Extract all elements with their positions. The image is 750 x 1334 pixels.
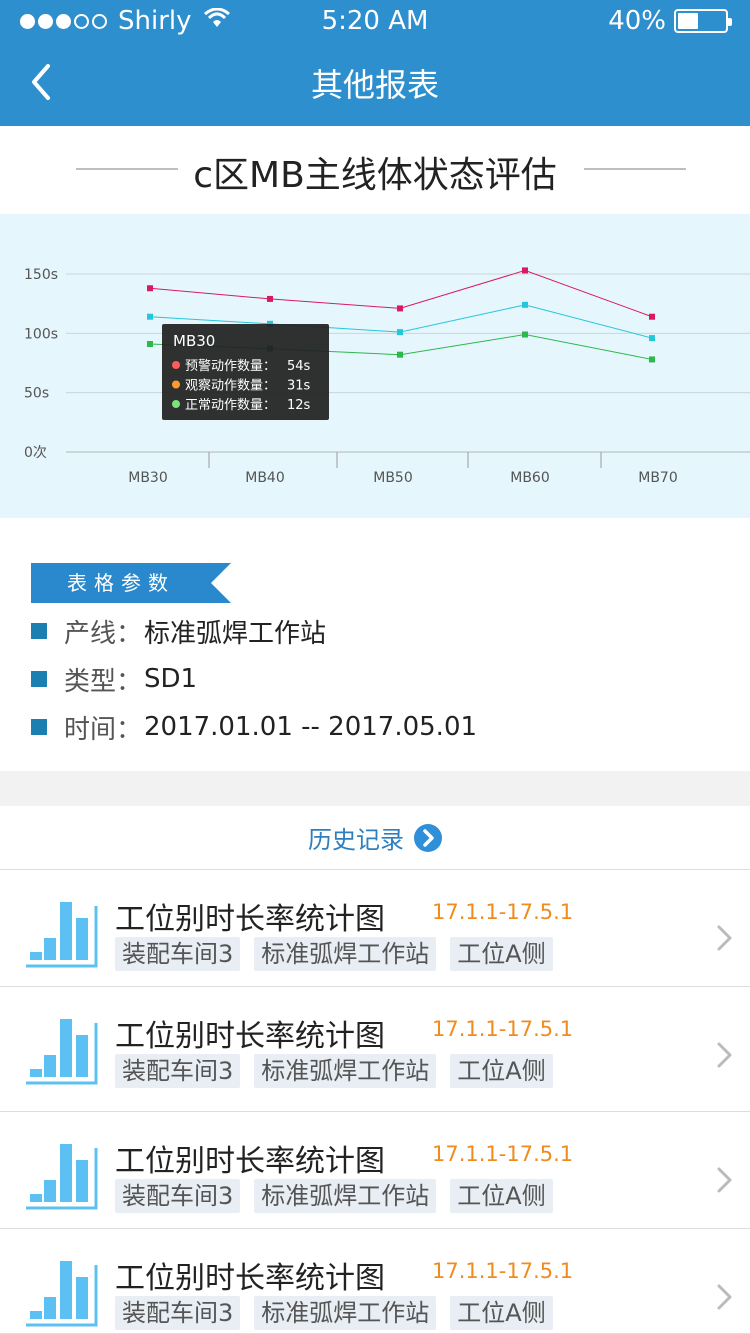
y-tick-label: 100s (24, 326, 58, 342)
tooltip-value: 12s (287, 398, 311, 413)
param-value: 2017.01.01 -- 2017.05.01 (144, 712, 478, 742)
app-header: Shirly 5:20 AM 40% 其他报表 (0, 0, 750, 126)
record-tags: 装配车间3 标准弧焊工作站 工位A侧 (115, 937, 567, 971)
param-label: 类型： (64, 666, 143, 697)
param-value: SD1 (144, 664, 198, 694)
y-tick-label: 150s (24, 267, 58, 283)
report-title-bar: c区MB主线体状态评估 (0, 126, 750, 214)
record-title: 工位别时长率统计图 (115, 1261, 385, 1296)
record-tag: 标准弧焊工作站 (254, 1296, 437, 1330)
record-tags: 装配车间3 标准弧焊工作站 工位A侧 (115, 1179, 567, 1213)
bar-chart-icon (26, 902, 98, 968)
line-chart-panel: 150s 100s 50s 0次 MB30 MB40 MB50 MB60 MB70 MB30 预警动… (0, 214, 750, 518)
record-tag: 装配车间3 (115, 1296, 241, 1330)
series-point (267, 295, 273, 302)
record-date: 17.1.1-17.5.1 (432, 1259, 574, 1283)
series-point (522, 301, 528, 308)
params-header-banner: 表格参数 (31, 563, 231, 603)
bullet-square-icon (31, 623, 47, 639)
param-label: 时间： (64, 714, 143, 745)
series-point (397, 305, 403, 312)
chevron-right-icon (717, 925, 732, 951)
report-title: c区MB主线体状态评估 (193, 155, 557, 196)
series-point (522, 331, 528, 338)
series-point (397, 329, 403, 336)
record-date: 17.1.1-17.5.1 (432, 1142, 574, 1166)
bar-chart-icon (26, 1019, 98, 1085)
record-title: 工位别时长率统计图 (115, 1019, 385, 1054)
record-item[interactable]: 工位别时长率统计图 17.1.1-17.5.1 装配车间3 标准弧焊工作站 工位A侧 (0, 870, 750, 987)
tooltip-dot (172, 380, 180, 389)
x-tick-label: MB50 (373, 470, 413, 486)
tooltip-value: 31s (287, 379, 311, 394)
record-date: 17.1.1-17.5.1 (432, 900, 574, 924)
battery-group: 40% (608, 6, 732, 36)
record-item[interactable]: 工位别时长率统计图 17.1.1-17.5.1 装配车间3 标准弧焊工作站 工位A侧 (0, 1229, 750, 1334)
param-value: 标准弧焊工作站 (144, 618, 327, 649)
bar-chart-icon (26, 1261, 98, 1327)
chevron-right-icon (717, 1167, 732, 1193)
series-point (649, 356, 655, 363)
series-point (397, 351, 403, 358)
status-bar: Shirly 5:20 AM 40% (0, 0, 750, 42)
history-link[interactable]: 历史记录 (0, 806, 750, 870)
bullet-square-icon (31, 719, 47, 735)
tooltip-value: 54s (287, 359, 311, 374)
tooltip-title: MB30 (173, 332, 215, 350)
x-tick-label: MB70 (638, 470, 678, 486)
param-row-time: 时间： 2017.01.01 -- 2017.05.01 (31, 707, 477, 747)
record-date: 17.1.1-17.5.1 (432, 1017, 574, 1041)
chevron-right-circle-icon (414, 823, 442, 852)
battery-icon (674, 9, 732, 33)
series-point (649, 335, 655, 342)
tooltip-label: 正常动作数量： (185, 398, 276, 413)
record-title: 工位别时长率统计图 (115, 1144, 385, 1179)
chevron-right-icon (717, 1284, 732, 1310)
page-title: 其他报表 (310, 66, 439, 104)
record-tags: 装配车间3 标准弧焊工作站 工位A侧 (115, 1054, 567, 1088)
record-tag: 标准弧焊工作站 (254, 1054, 437, 1088)
record-item[interactable]: 工位别时长率统计图 17.1.1-17.5.1 装配车间3 标准弧焊工作站 工位A侧 (0, 987, 750, 1112)
bullet-square-icon (31, 671, 47, 687)
record-tag: 装配车间3 (115, 1179, 241, 1213)
param-row-type: 类型： SD1 (31, 659, 197, 699)
record-tags: 装配车间3 标准弧焊工作站 工位A侧 (115, 1296, 567, 1330)
series-point (649, 313, 655, 320)
line-chart: 150s 100s 50s 0次 MB30 MB40 MB50 MB60 MB70 MB30 预警动… (24, 267, 750, 486)
params-section: 表格参数 产线： 标准弧焊工作站 类型： SD1 时间： 2017.01.01 … (0, 518, 750, 771)
series-point (147, 313, 153, 320)
series-point (147, 341, 153, 348)
x-tick-label: MB40 (245, 470, 285, 486)
param-row-line: 产线： 标准弧焊工作站 (31, 611, 326, 651)
param-label: 产线： (64, 618, 143, 649)
tooltip-dot (172, 400, 180, 408)
record-tag: 标准弧焊工作站 (254, 1179, 437, 1213)
chevron-right-icon (717, 1042, 732, 1068)
bar-chart-icon (26, 1144, 98, 1210)
record-title: 工位别时长率统计图 (115, 902, 385, 937)
record-tag: 工位A侧 (450, 1296, 553, 1330)
battery-percent: 40% (608, 6, 666, 36)
x-tick-label: MB60 (510, 470, 550, 486)
record-tag: 标准弧焊工作站 (254, 937, 437, 971)
x-tick-label: MB30 (128, 470, 168, 486)
record-tag: 工位A侧 (450, 1179, 553, 1213)
divider-right (584, 168, 686, 170)
tooltip-dot (172, 361, 180, 369)
series-point (522, 267, 528, 274)
record-tag: 装配车间3 (115, 937, 241, 971)
tooltip-label: 观察动作数量： (185, 379, 276, 394)
y-tick-label: 50s (24, 386, 49, 402)
tooltip-label: 预警动作数量： (185, 358, 276, 374)
y-tick-label: 0次 (24, 445, 47, 461)
record-tag: 工位A侧 (450, 1054, 553, 1088)
record-tag: 装配车间3 (115, 1054, 241, 1088)
history-label: 历史记录 (308, 826, 404, 854)
params-header: 表格参数 (67, 571, 175, 595)
record-item[interactable]: 工位别时长率统计图 17.1.1-17.5.1 装配车间3 标准弧焊工作站 工位A侧 (0, 1112, 750, 1229)
section-gap (0, 771, 750, 806)
record-tag: 工位A侧 (450, 937, 553, 971)
series-point (147, 285, 153, 292)
